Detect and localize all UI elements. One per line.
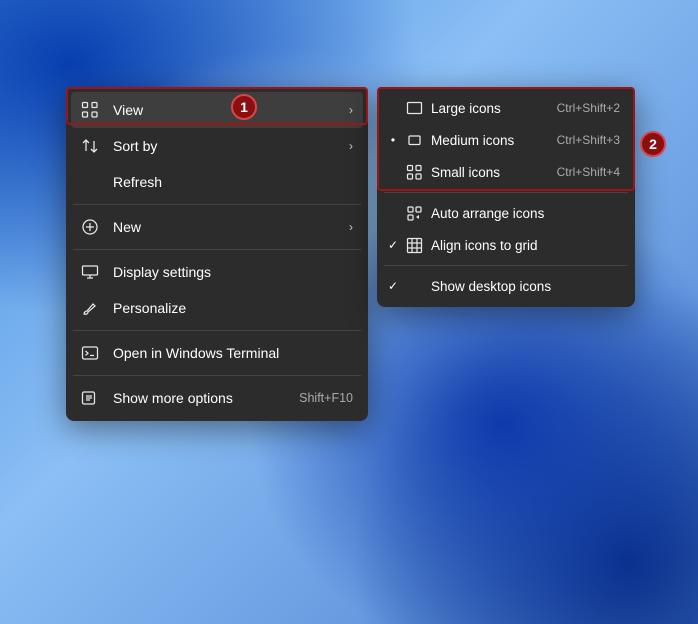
separator <box>384 192 628 193</box>
medium-icons-icon <box>406 132 423 149</box>
chevron-right-icon: › <box>349 139 353 153</box>
desktop-context-menu: View › Sort by › Refresh New › Display s… <box>66 87 368 421</box>
callout-badge-1: 1 <box>231 94 257 120</box>
menu-item-view[interactable]: View › <box>71 92 363 128</box>
submenu-item-label: Align icons to grid <box>431 238 620 253</box>
submenu-item-large-icons[interactable]: Large icons Ctrl+Shift+2 <box>382 92 630 124</box>
submenu-item-shortcut: Ctrl+Shift+3 <box>557 133 620 147</box>
submenu-item-auto-arrange[interactable]: Auto arrange icons <box>382 197 630 229</box>
check-indicator <box>388 208 398 218</box>
menu-item-open-terminal[interactable]: Open in Windows Terminal <box>71 335 363 371</box>
separator <box>73 249 361 250</box>
more-options-icon <box>81 389 99 407</box>
menu-item-label: Personalize <box>113 300 353 316</box>
align-grid-icon <box>406 237 423 254</box>
brush-icon <box>81 299 99 317</box>
separator <box>73 330 361 331</box>
submenu-item-label: Medium icons <box>431 133 549 148</box>
menu-item-refresh[interactable]: Refresh <box>71 164 363 200</box>
callout-badge-2: 2 <box>640 131 666 157</box>
menu-item-label: Sort by <box>113 138 335 154</box>
menu-item-label: New <box>113 219 335 235</box>
chevron-right-icon: › <box>349 103 353 117</box>
radio-indicator <box>388 167 398 177</box>
separator <box>73 204 361 205</box>
radio-indicator <box>388 103 398 113</box>
terminal-icon <box>81 344 99 362</box>
small-icons-icon <box>406 164 423 181</box>
menu-item-sort-by[interactable]: Sort by › <box>71 128 363 164</box>
menu-item-display-settings[interactable]: Display settings <box>71 254 363 290</box>
menu-item-personalize[interactable]: Personalize <box>71 290 363 326</box>
submenu-item-medium-icons[interactable]: Medium icons Ctrl+Shift+3 <box>382 124 630 156</box>
submenu-item-label: Small icons <box>431 165 549 180</box>
plus-circle-icon <box>81 218 99 236</box>
radio-indicator <box>388 135 398 145</box>
menu-item-label: View <box>113 102 335 118</box>
submenu-item-label: Auto arrange icons <box>431 206 620 221</box>
menu-item-label: Show more options <box>113 390 285 406</box>
menu-item-label: Display settings <box>113 264 353 280</box>
submenu-item-show-desktop-icons[interactable]: Show desktop icons <box>382 270 630 302</box>
blank-icon <box>81 173 99 191</box>
submenu-item-label: Large icons <box>431 101 549 116</box>
submenu-item-shortcut: Ctrl+Shift+4 <box>557 165 620 179</box>
blank-icon <box>406 278 423 295</box>
check-indicator <box>388 240 398 250</box>
sort-icon <box>81 137 99 155</box>
auto-arrange-icon <box>406 205 423 222</box>
menu-item-shortcut: Shift+F10 <box>299 391 353 405</box>
monitor-icon <box>81 263 99 281</box>
check-indicator <box>388 281 398 291</box>
submenu-item-small-icons[interactable]: Small icons Ctrl+Shift+4 <box>382 156 630 188</box>
menu-item-new[interactable]: New › <box>71 209 363 245</box>
chevron-right-icon: › <box>349 220 353 234</box>
submenu-item-label: Show desktop icons <box>431 279 620 294</box>
submenu-item-shortcut: Ctrl+Shift+2 <box>557 101 620 115</box>
menu-item-show-more[interactable]: Show more options Shift+F10 <box>71 380 363 416</box>
view-icon <box>81 101 99 119</box>
separator <box>384 265 628 266</box>
menu-item-label: Refresh <box>113 174 353 190</box>
menu-item-label: Open in Windows Terminal <box>113 345 353 361</box>
view-submenu: Large icons Ctrl+Shift+2 Medium icons Ct… <box>377 87 635 307</box>
submenu-item-align-grid[interactable]: Align icons to grid <box>382 229 630 261</box>
separator <box>73 375 361 376</box>
large-icons-icon <box>406 100 423 117</box>
